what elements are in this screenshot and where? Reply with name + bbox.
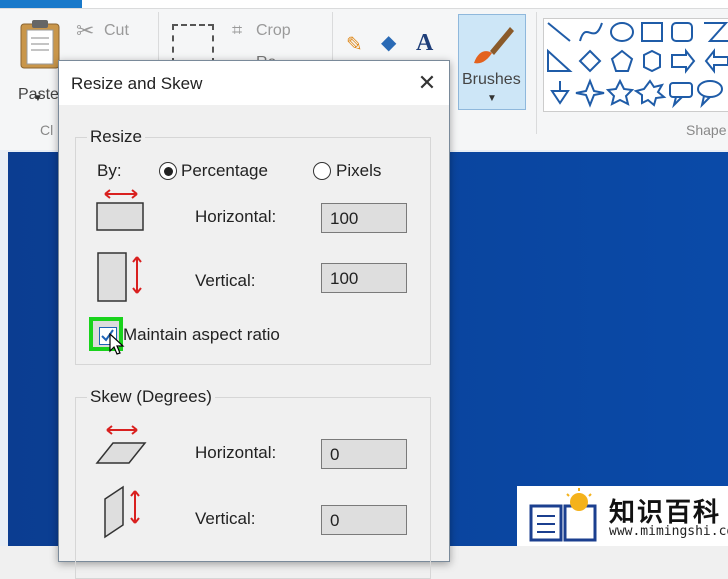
- watermark: 知识百科 www.mimingshi.com: [517, 486, 728, 546]
- watermark-url: www.mimingshi.com: [609, 524, 728, 539]
- brush-icon: [474, 27, 514, 64]
- pixels-label[interactable]: Pixels: [336, 161, 381, 181]
- file-tab[interactable]: [0, 0, 82, 8]
- cut-button[interactable]: Cut: [104, 22, 129, 40]
- close-icon[interactable]: ✕: [415, 71, 439, 95]
- shapes-group-label: Shape: [686, 122, 727, 138]
- resize-horizontal-icon: [96, 189, 144, 231]
- shapes-gallery[interactable]: [543, 18, 728, 112]
- pencil-icon[interactable]: ✎: [346, 32, 363, 57]
- resize-skew-dialog: Resize and Skew ✕ Resize By: Percentage …: [58, 60, 450, 579]
- brushes-dropdown-icon: ▼: [487, 93, 497, 104]
- skew-vertical-label: Vertical:: [195, 509, 256, 528]
- resize-group-label: Resize: [87, 127, 145, 147]
- text-tool-icon[interactable]: A: [416, 30, 433, 57]
- skew-vertical-input[interactable]: 0: [321, 505, 407, 535]
- resize-horizontal-label: Horizontal:: [195, 207, 277, 226]
- skew-horizontal-input[interactable]: 0: [321, 439, 407, 469]
- crop-button[interactable]: Crop: [256, 22, 291, 40]
- resize-vertical-icon: [97, 252, 142, 302]
- brushes-button[interactable]: Brushes ▼: [458, 14, 526, 110]
- resize-horizontal-input[interactable]: 100: [321, 203, 407, 233]
- book-bulb-logo-icon: [529, 488, 597, 542]
- skew-horizontal-label: Horizontal:: [195, 443, 277, 462]
- dialog-title: Resize and Skew: [71, 74, 203, 93]
- ribbon-tab-strip: [0, 0, 728, 9]
- dialog-titlebar: Resize and Skew ✕: [59, 61, 449, 105]
- fill-bucket-icon[interactable]: ◆: [381, 30, 396, 55]
- pixels-radio[interactable]: [313, 162, 331, 180]
- shapes-icons: [547, 22, 728, 109]
- skew-vertical-icon: [104, 485, 140, 539]
- paste-dropdown-icon[interactable]: ▼: [33, 93, 43, 104]
- maintain-aspect-label[interactable]: Maintain aspect ratio: [123, 325, 280, 345]
- percentage-label[interactable]: Percentage: [181, 161, 268, 181]
- skew-group-label: Skew (Degrees): [87, 387, 215, 407]
- by-label: By:: [97, 161, 122, 180]
- resize-vertical-input[interactable]: 100: [321, 263, 407, 293]
- resize-vertical-label: Vertical:: [195, 271, 256, 290]
- scissors-icon: ✂: [76, 18, 95, 43]
- crop-icon: ⌗: [232, 20, 243, 40]
- percentage-radio[interactable]: [159, 162, 177, 180]
- skew-horizontal-icon: [95, 425, 147, 464]
- clipboard-group-label: Cl: [40, 122, 54, 138]
- ribbon-separator: [536, 12, 537, 134]
- brushes-label: Brushes: [462, 71, 521, 88]
- select-button[interactable]: [172, 24, 214, 64]
